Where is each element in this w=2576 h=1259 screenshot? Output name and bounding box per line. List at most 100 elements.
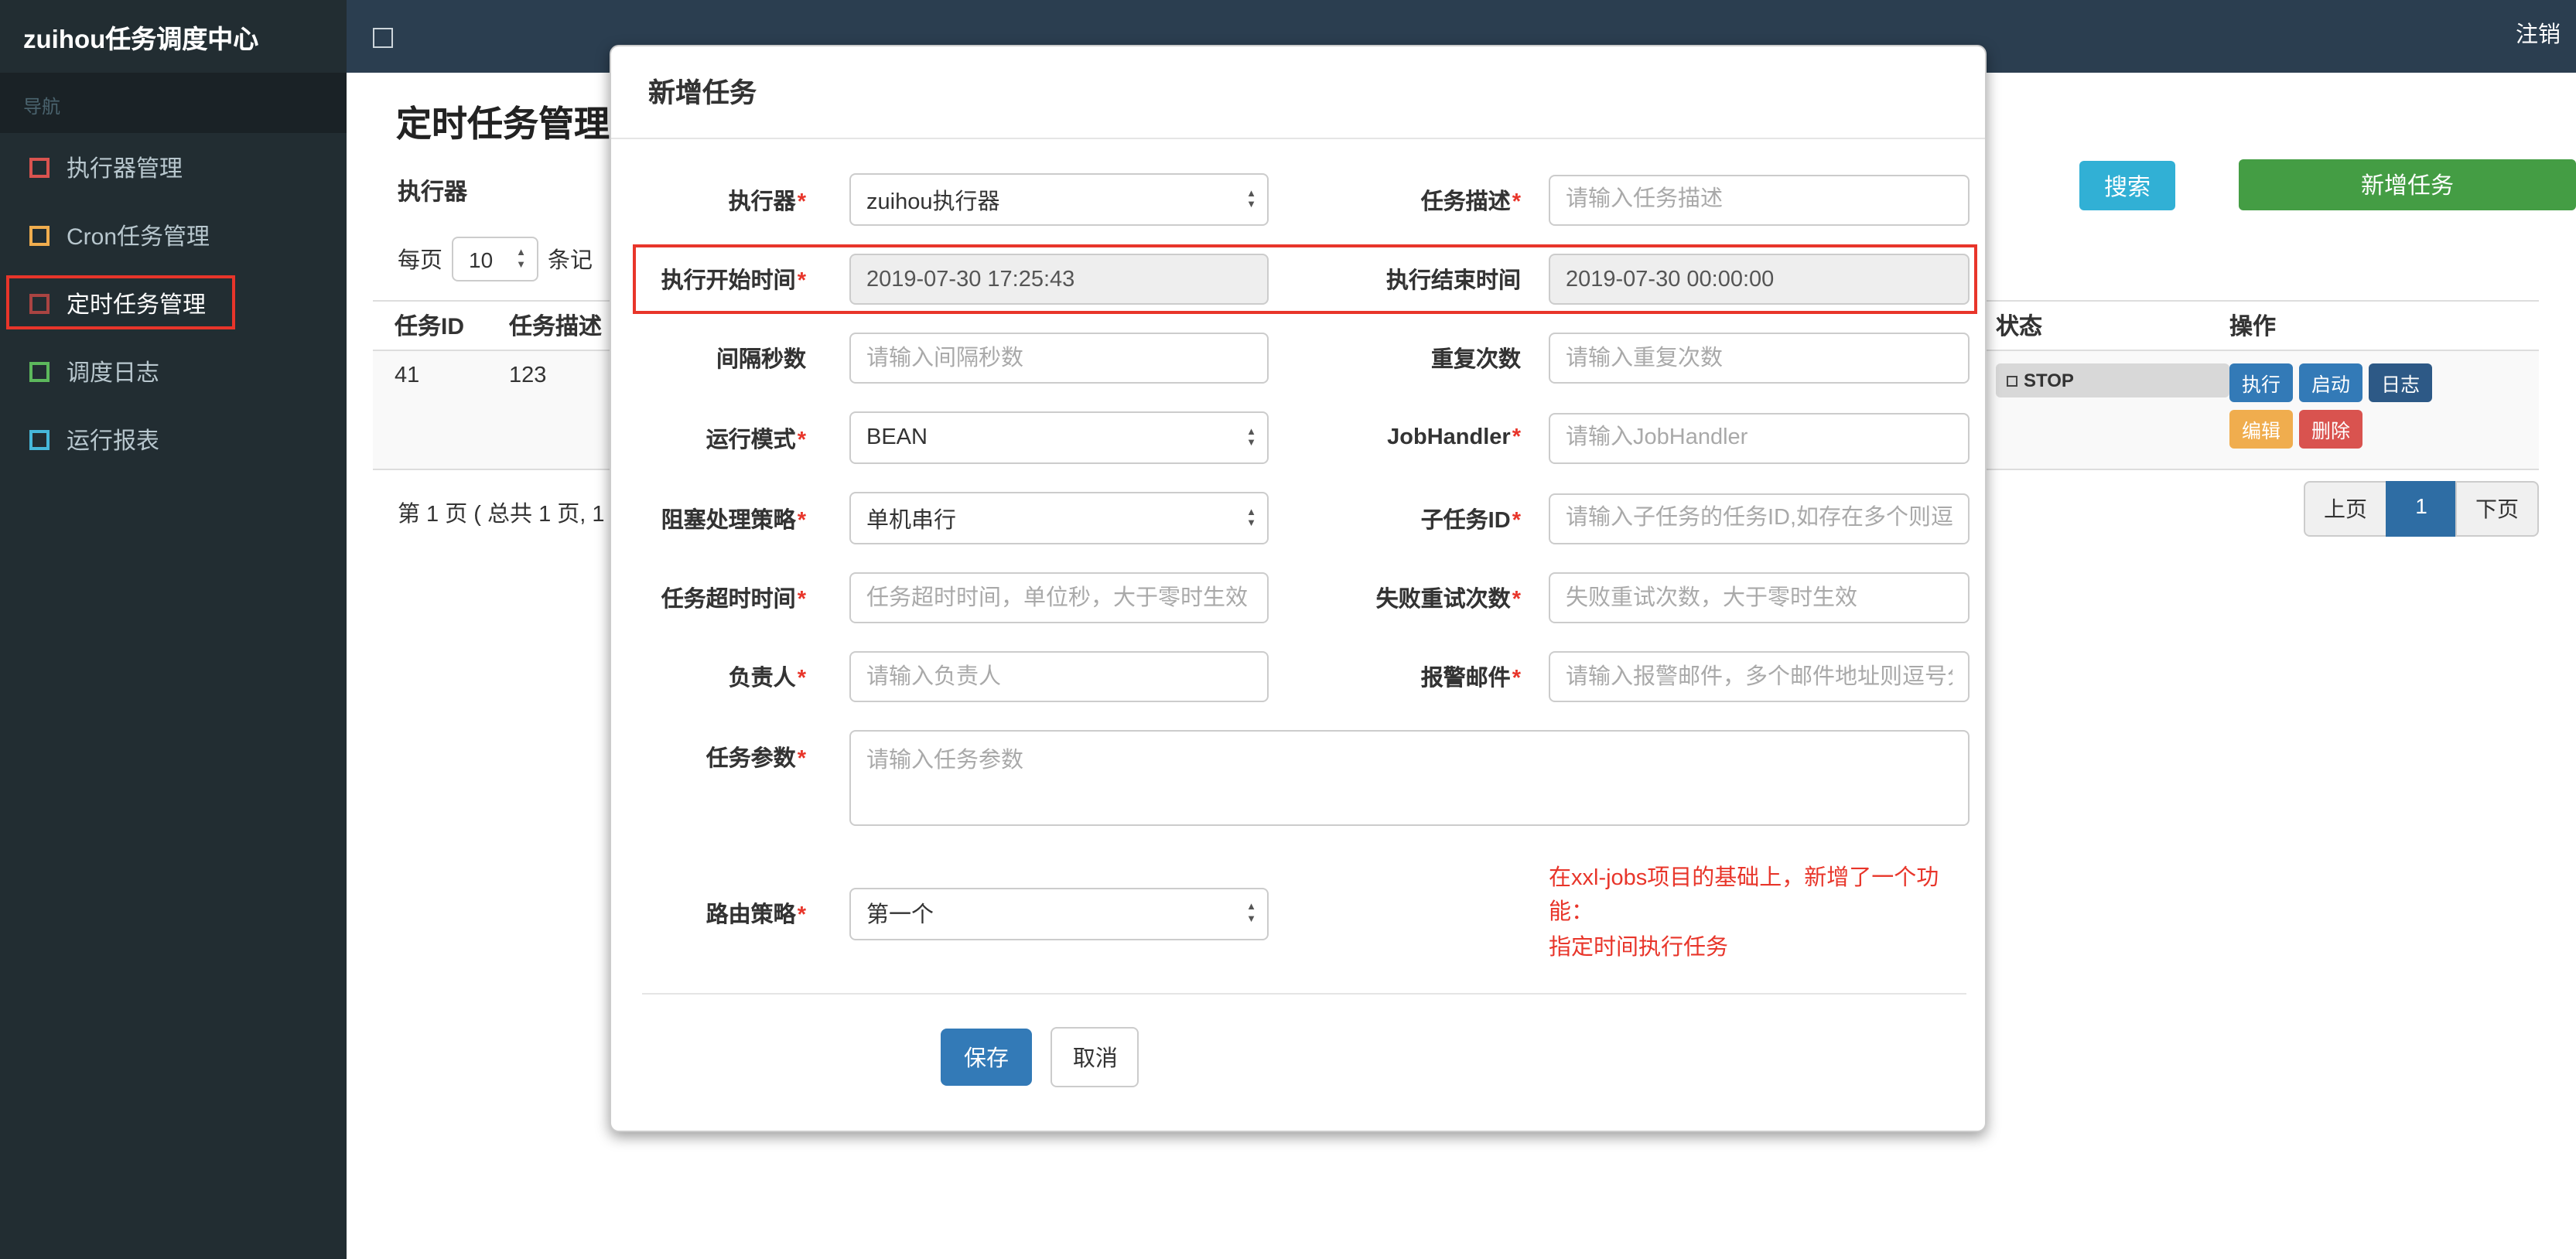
jobhandler-label: JobHandler * <box>1387 425 1521 450</box>
retry-label: 失败重试次数 * <box>1375 588 1521 612</box>
end-time-label: 执行结束时间 <box>1386 269 1521 294</box>
pagination: 上页 1 下页 <box>2304 481 2539 537</box>
delete-button[interactable]: 删除 <box>2299 410 2363 449</box>
interval-input[interactable] <box>849 333 1269 384</box>
owner-input[interactable] <box>849 651 1269 702</box>
form-row: 路由策略 * 第一个 ▲ ▼ 在xxl-jobs项目的基础上，新增了一个功能： 指定… <box>642 862 1966 966</box>
select-arrows-icon: ▲ ▼ <box>516 247 526 270</box>
sidebar-item-scheduled-task-management[interactable]: 定时任务管理 <box>0 269 347 337</box>
sidebar-item-cron-task-management[interactable]: Cron任务管理 <box>0 201 347 269</box>
start-button[interactable]: 启动 <box>2299 363 2363 402</box>
cell-task-id: 41 <box>395 363 420 388</box>
per-page-select[interactable]: 10 ▲ ▼ <box>452 237 538 281</box>
select-arrows-icon: ▲ ▼ <box>1246 188 1256 210</box>
per-page-control: 每页 10 ▲ ▼ 条记 <box>398 237 593 281</box>
form-row: 任务参数 * <box>642 730 1970 834</box>
task-desc-input[interactable] <box>1549 174 1970 225</box>
form-row-time: 执行开始时间* 执行结束时间 <box>633 244 1977 314</box>
sidebar-item-label: 执行器管理 <box>67 155 183 182</box>
square-outline-icon <box>29 225 50 245</box>
current-page-button[interactable]: 1 <box>2386 481 2457 537</box>
start-time-label: 执行开始时间 * <box>661 269 806 294</box>
sidebar-item-label: 调度日志 <box>67 360 160 386</box>
col-header-task-id: 任务ID <box>395 314 465 340</box>
executor-filter-label: 执行器 <box>398 179 468 206</box>
form-row: 间隔秒数 重复次数 <box>642 333 1970 384</box>
sidebar-item-dispatch-log[interactable]: 调度日志 <box>0 337 347 405</box>
sidebar-toggle-icon[interactable] <box>373 28 393 48</box>
retry-input[interactable] <box>1549 572 1970 623</box>
sidebar-item-label: 定时任务管理 <box>67 292 207 318</box>
run-mode-select[interactable]: BEAN ▲ ▼ <box>849 411 1269 464</box>
square-outline-icon <box>29 293 50 313</box>
timeout-label: 任务超时时间 * <box>661 588 806 612</box>
next-page-button[interactable]: 下页 <box>2455 481 2539 537</box>
form-row: 阻塞处理策略 * 单机串行 ▲ ▼ 子任务ID * <box>642 492 1970 544</box>
page-title: 定时任务管理 <box>396 104 610 144</box>
square-outline-icon <box>29 361 50 381</box>
sidebar-item-run-report[interactable]: 运行报表 <box>0 405 347 473</box>
block-strategy-label: 阻塞处理策略 * <box>661 508 806 533</box>
interval-label: 间隔秒数 <box>716 348 806 373</box>
search-button[interactable]: 搜索 <box>2079 161 2175 210</box>
alarm-email-label: 报警邮件 * <box>1420 667 1521 691</box>
select-arrows-icon: ▲ ▼ <box>1246 507 1256 529</box>
save-button[interactable]: 保存 <box>941 1029 1032 1087</box>
jobhandler-input[interactable] <box>1549 412 1970 463</box>
screen: zuihou任务调度中心 注销 导航 执行器管理 Cron任务管理 定时任务管理… <box>0 0 2576 1259</box>
route-strategy-label: 路由策略 * <box>705 903 806 929</box>
select-arrows-icon: ▲ ▼ <box>1246 426 1256 449</box>
task-desc-label: 任务描述 * <box>1420 189 1521 214</box>
sidebar-item-label: 运行报表 <box>67 428 160 454</box>
status-badge-label: STOP <box>2024 370 2074 391</box>
child-job-label: 子任务ID * <box>1420 508 1521 533</box>
child-job-input[interactable] <box>1549 493 1970 544</box>
prev-page-button[interactable]: 上页 <box>2304 481 2387 537</box>
timeout-input[interactable] <box>849 572 1269 623</box>
feature-note-line2: 指定时间执行任务 <box>1549 935 1728 960</box>
col-header-actions: 操作 <box>2229 314 2277 340</box>
modal-title: 新增任务 <box>648 77 757 108</box>
form-row: 任务超时时间* 失败重试次数* <box>642 572 1970 623</box>
per-page-suffix-label: 条记 <box>548 249 593 274</box>
log-button[interactable]: 日志 <box>2369 363 2433 402</box>
modal-header: 新增任务 <box>611 46 1985 139</box>
form-row: 执行器 * zuihou执行器 ▲ ▼ 任务描述 * <box>642 173 1970 226</box>
form-row: 负责人* 报警邮件* <box>642 651 1970 702</box>
task-params-label: 任务参数 * <box>705 747 806 772</box>
end-time-input[interactable] <box>1549 254 1970 305</box>
feature-note-line1: 在xxl-jobs项目的基础上，新增了一个功能： <box>1549 866 1939 926</box>
brand-title: zuihou任务调度中心 <box>0 0 347 73</box>
run-button[interactable]: 执行 <box>2229 363 2294 402</box>
select-arrows-icon: ▲ ▼ <box>1246 902 1256 925</box>
owner-label: 负责人 * <box>728 667 806 691</box>
repeat-label: 重复次数 <box>1431 348 1521 373</box>
logout-link[interactable]: 注销 <box>2516 0 2561 73</box>
edit-button[interactable]: 编辑 <box>2229 410 2294 449</box>
add-task-button[interactable]: 新增任务 <box>2239 159 2576 210</box>
repeat-input[interactable] <box>1549 333 1970 384</box>
sidebar-item-executor-management[interactable]: 执行器管理 <box>0 133 347 201</box>
executor-select[interactable]: zuihou执行器 ▲ ▼ <box>849 173 1269 226</box>
row-actions: 执行 启动 日志 编辑 删除 <box>2229 363 2462 456</box>
feature-note: 在xxl-jobs项目的基础上，新增了一个功能： 指定时间执行任务 <box>1549 862 1966 966</box>
form-row: 运行模式 * BEAN ▲ ▼ JobHandler * <box>642 411 1970 464</box>
col-header-status: 状态 <box>1996 314 2043 340</box>
add-task-modal: 新增任务 执行器* zuihou执行器 ▲▼ 任务描述* 执行开始时间* 执行结… <box>610 45 1987 1133</box>
sidebar-nav-header: 导航 <box>0 73 347 133</box>
run-mode-label: 运行模式 * <box>705 428 806 452</box>
per-page-prefix-label: 每页 <box>398 249 442 274</box>
cancel-button[interactable]: 取消 <box>1051 1027 1139 1088</box>
block-strategy-select[interactable]: 单机串行 ▲ ▼ <box>849 492 1269 544</box>
square-outline-icon <box>29 157 50 177</box>
executor-label: 执行器 * <box>728 189 806 214</box>
pagination-summary: 第 1 页 ( 总共 1 页, 1 <box>398 503 605 527</box>
route-strategy-select[interactable]: 第一个 ▲ ▼ <box>849 887 1269 940</box>
task-params-textarea[interactable] <box>849 730 1970 826</box>
alarm-email-input[interactable] <box>1549 651 1970 702</box>
status-badge: STOP <box>1996 363 2229 397</box>
sidebar-item-label: Cron任务管理 <box>67 223 210 250</box>
start-time-input[interactable] <box>849 254 1269 305</box>
stop-square-icon <box>2007 375 2017 386</box>
square-outline-icon <box>29 429 50 449</box>
